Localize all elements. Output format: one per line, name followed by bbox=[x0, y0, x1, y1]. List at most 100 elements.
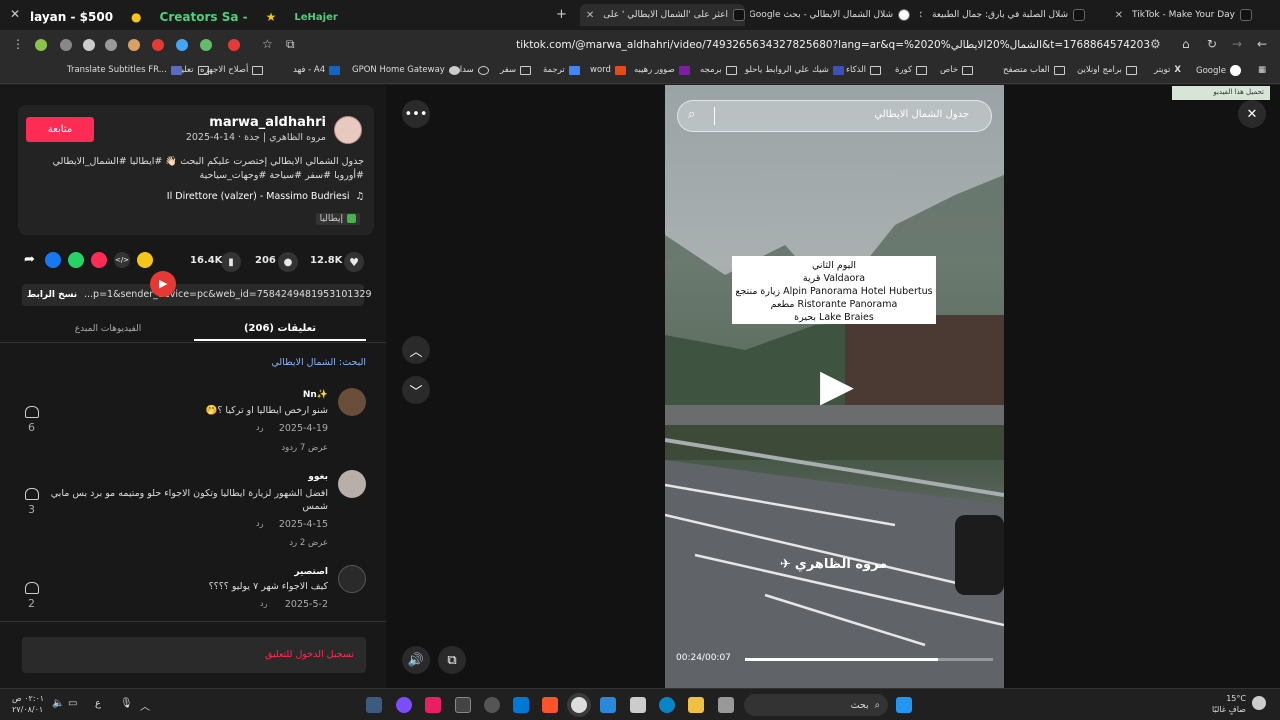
bookmark-folder[interactable]: برامج اونلاين bbox=[1077, 65, 1137, 75]
reply-button[interactable]: رد bbox=[256, 423, 263, 432]
video-player[interactable]: ⌕ جدول الشمال الايطالي اليوم الثاني قرية… bbox=[665, 85, 1004, 688]
weather-widget[interactable]: 15°C صافٍ غالبًا bbox=[1212, 693, 1246, 715]
bookmark-link[interactable]: شيك علي الروابط ياحلو bbox=[745, 65, 844, 75]
bookmark-word[interactable]: word bbox=[590, 65, 626, 75]
view-replies-button[interactable]: عرض 7 ردود bbox=[281, 443, 328, 453]
volume-button[interactable]: 🔊 bbox=[402, 646, 430, 674]
tab-tiktok-home[interactable]: TikTok - Make Your Day ✕ bbox=[1092, 4, 1252, 26]
next-video-button[interactable]: ﹀ bbox=[402, 376, 430, 404]
follow-button[interactable]: متابعة bbox=[26, 117, 94, 142]
music-row[interactable]: Il Direttore (valzer) - Massimo Budriesi… bbox=[167, 191, 364, 202]
extension-icon[interactable] bbox=[83, 39, 95, 51]
menu-icon[interactable]: ⋮ bbox=[12, 37, 24, 51]
comment-button[interactable]: ● bbox=[278, 252, 298, 272]
bookmark-twitter[interactable]: X تويتر bbox=[1154, 65, 1181, 75]
send-to-friend-icon[interactable] bbox=[91, 252, 107, 268]
back-icon[interactable]: ← bbox=[1257, 37, 1267, 51]
comment-like-icon[interactable] bbox=[25, 582, 39, 594]
location-tag[interactable]: إيطاليا bbox=[315, 213, 360, 225]
play-icon[interactable]: ▶ bbox=[820, 360, 854, 411]
tab-search-tiktok[interactable]: اعثر على 'الشمال الايطالي ' على ✕ bbox=[580, 4, 745, 26]
bookmark-link[interactable]: GPON Home Gateway bbox=[352, 65, 460, 75]
commenter-name[interactable]: Nn✨ bbox=[303, 390, 328, 400]
comment-login-box[interactable]: تسجيل الدخول للتعليق bbox=[22, 637, 366, 673]
tab-comments[interactable]: تعليقات (206) bbox=[194, 317, 366, 341]
bookmark-folder[interactable]: سفر bbox=[500, 65, 532, 75]
network-tray-icon[interactable]: ▭ bbox=[68, 698, 77, 709]
previous-video-button[interactable]: ︿ bbox=[402, 336, 430, 364]
share-link-value[interactable]: ...p=1&sender_device=pc&web_id=758424948… bbox=[84, 289, 372, 300]
extension-icon[interactable] bbox=[60, 39, 72, 51]
extension-icon[interactable] bbox=[35, 39, 47, 51]
clock[interactable]: ٠٢:٠١ ص ٢٧/٠٨/٠١ bbox=[12, 693, 44, 715]
reply-button[interactable]: رد bbox=[256, 519, 263, 528]
bookmark-translate-subtitles[interactable]: Translate Subtitles FR... bbox=[67, 65, 182, 75]
home-icon[interactable]: ⌂ bbox=[1182, 37, 1190, 51]
youtube-overlay-icon[interactable]: ▶ bbox=[150, 271, 176, 297]
new-tab-icon[interactable]: + bbox=[556, 7, 567, 22]
comment-like-icon[interactable] bbox=[25, 488, 39, 500]
bookmark-link[interactable]: سداد bbox=[456, 65, 489, 75]
site-settings-icon[interactable]: ⚙ bbox=[1150, 37, 1161, 51]
commenter-avatar[interactable] bbox=[338, 470, 366, 498]
language-indicator[interactable]: ع bbox=[95, 698, 101, 709]
app-icon[interactable] bbox=[425, 697, 441, 713]
apps-icon[interactable]: ▦ bbox=[1258, 65, 1266, 75]
close-video-button[interactable]: ✕ bbox=[1238, 100, 1266, 128]
author-avatar[interactable] bbox=[334, 116, 362, 144]
bookmark-link[interactable]: A4 - فهد bbox=[293, 65, 341, 75]
brave-icon[interactable] bbox=[542, 697, 558, 713]
star-bookmark-icon[interactable]: ☆ bbox=[262, 37, 273, 51]
extension-icon[interactable] bbox=[105, 39, 117, 51]
app-icon[interactable] bbox=[484, 697, 500, 713]
reply-button[interactable]: رد bbox=[260, 599, 267, 608]
extension-icon[interactable] bbox=[228, 39, 240, 51]
extension-icon[interactable] bbox=[152, 39, 164, 51]
bookmark-folder[interactable]: الذكاء bbox=[846, 65, 882, 75]
bookmark-folder[interactable]: برمجه bbox=[700, 65, 737, 75]
close-tab-icon[interactable]: ✕ bbox=[920, 10, 927, 21]
close-window-icon[interactable]: ✕ bbox=[10, 7, 20, 21]
like-button[interactable]: ♥ bbox=[344, 252, 364, 272]
forward-icon[interactable]: → bbox=[1232, 37, 1242, 51]
url-field[interactable]: tiktok.com/@marwa_aldhahri/video/7493265… bbox=[280, 34, 1180, 56]
bookmark-folder[interactable]: خاص bbox=[940, 65, 974, 75]
start-icon[interactable] bbox=[896, 697, 912, 713]
progress-track[interactable] bbox=[745, 658, 993, 661]
mail-icon[interactable] bbox=[513, 697, 529, 713]
related-search-link[interactable]: البحث: الشمال الايطالي bbox=[271, 357, 366, 368]
extension-icon[interactable] bbox=[176, 39, 188, 51]
commenter-avatar[interactable] bbox=[338, 388, 366, 416]
bookmark-google[interactable]: Google bbox=[1196, 65, 1241, 76]
bookmark-folder[interactable]: كورة bbox=[895, 65, 927, 75]
discord-icon[interactable] bbox=[396, 697, 412, 713]
tab-creator-videos[interactable]: الفيديوهات المبدع bbox=[22, 317, 194, 341]
commenter-name[interactable]: بغوو bbox=[308, 472, 328, 482]
microphone-icon[interactable]: 🎙 bbox=[120, 698, 133, 709]
login-to-comment-link[interactable]: تسجيل الدخول للتعليق bbox=[265, 649, 354, 660]
tab-waterfall[interactable]: شلال الصلبة في بارق: جمال الطبيعة ✕ bbox=[920, 4, 1085, 26]
volume-tray-icon[interactable]: 🔈 bbox=[52, 698, 64, 709]
video-search-bar[interactable]: ⌕ جدول الشمال الايطالي bbox=[677, 100, 992, 132]
extension-icon[interactable] bbox=[128, 39, 140, 51]
steam-icon[interactable] bbox=[366, 697, 382, 713]
close-tab-icon[interactable]: ✕ bbox=[1111, 10, 1127, 21]
more-options-button[interactable]: ••• bbox=[402, 100, 430, 128]
facebook-icon[interactable] bbox=[45, 252, 61, 268]
bookmark-link[interactable]: صوور رهيبه bbox=[634, 65, 690, 75]
taskbar-search[interactable]: بحث ⌕ bbox=[744, 694, 888, 716]
reload-icon[interactable]: ↻ bbox=[1207, 37, 1217, 51]
app-icon[interactable] bbox=[630, 697, 646, 713]
copy-link-button[interactable]: نسخ الرابط bbox=[22, 284, 82, 306]
extension-icon[interactable] bbox=[200, 39, 212, 51]
bookmark-translate[interactable]: ترجمة bbox=[543, 65, 580, 75]
app-icon[interactable] bbox=[455, 697, 471, 713]
app-icon[interactable] bbox=[718, 697, 734, 713]
tray-expand-icon[interactable]: ︿ bbox=[140, 698, 150, 713]
comment-like-icon[interactable] bbox=[25, 406, 39, 418]
edge-icon[interactable] bbox=[659, 697, 675, 713]
whatsapp-icon[interactable] bbox=[68, 252, 84, 268]
bookmark-folder[interactable]: العاب متصفح bbox=[1003, 65, 1065, 75]
app-icon[interactable] bbox=[600, 697, 616, 713]
share-repost-icon[interactable] bbox=[137, 252, 153, 268]
